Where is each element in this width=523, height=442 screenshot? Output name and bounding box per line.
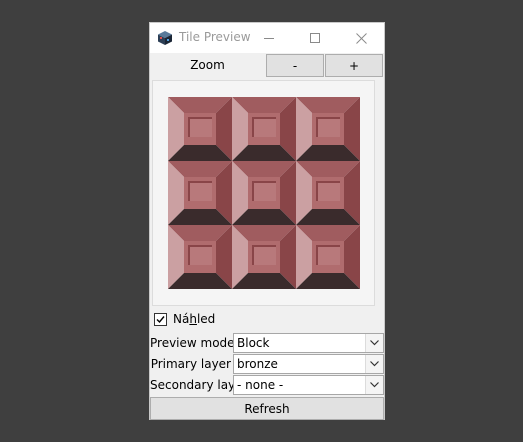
tile-inner-shadow bbox=[252, 245, 276, 247]
primary-layer-select[interactable]: bronze bbox=[233, 354, 384, 374]
tile-preview-window: Tile Preview Zoom - + Náhled Preview mod… bbox=[149, 22, 385, 420]
tile-inner-shadow bbox=[188, 117, 190, 137]
secondary-layer-value: - none - bbox=[237, 378, 284, 392]
zoom-label: Zoom bbox=[190, 58, 225, 72]
tile-inner-panel bbox=[252, 181, 276, 201]
refresh-button[interactable]: Refresh bbox=[150, 397, 384, 420]
nahled-checkbox[interactable] bbox=[154, 313, 167, 326]
tile-inner-shadow bbox=[188, 117, 212, 119]
tile-inner-panel bbox=[316, 117, 340, 137]
tile-inner-panel bbox=[188, 181, 212, 201]
zoom-row: Zoom - + bbox=[150, 53, 384, 77]
secondary-layer-label: Secondary layer bbox=[150, 378, 248, 392]
nahled-label: Náhled bbox=[173, 312, 216, 326]
tile-inner-panel bbox=[316, 181, 340, 201]
tile-preview-canvas bbox=[168, 97, 360, 289]
preview-mode-row: Preview mode Block bbox=[150, 333, 384, 353]
primary-layer-value: bronze bbox=[237, 357, 278, 371]
tile-inner-shadow bbox=[252, 181, 254, 201]
chevron-down-icon[interactable] bbox=[365, 376, 383, 394]
maximize-button[interactable] bbox=[292, 23, 338, 53]
preview-mode-select[interactable]: Block bbox=[233, 333, 384, 353]
primary-layer-label: Primary layer bbox=[150, 357, 231, 371]
checkmark-icon bbox=[156, 316, 165, 324]
secondary-layer-select[interactable]: - none - bbox=[233, 375, 384, 395]
secondary-layer-row: Secondary layer - none - bbox=[150, 375, 384, 395]
title-bar[interactable]: Tile Preview bbox=[150, 23, 384, 53]
tile-inner-shadow bbox=[316, 245, 318, 265]
tile-inner-shadow bbox=[316, 245, 340, 247]
tile-inner-shadow bbox=[188, 181, 190, 201]
zoom-in-button[interactable]: + bbox=[325, 54, 383, 77]
primary-layer-row: Primary layer bronze bbox=[150, 354, 384, 374]
tile-inner-shadow bbox=[316, 117, 318, 137]
maximize-icon bbox=[310, 33, 320, 43]
tile-inner-shadow bbox=[252, 245, 254, 265]
close-button[interactable] bbox=[338, 23, 384, 53]
tile-inner-shadow bbox=[316, 181, 318, 201]
close-icon bbox=[355, 32, 367, 44]
tile-inner-shadow bbox=[252, 181, 276, 183]
tile-inner-shadow bbox=[188, 245, 190, 265]
minimize-button[interactable] bbox=[246, 23, 292, 53]
tile-inner-panel bbox=[252, 117, 276, 137]
tile-inner-shadow bbox=[316, 181, 340, 183]
preview-mode-label: Preview mode bbox=[150, 336, 235, 350]
tile-inner-shadow bbox=[188, 181, 212, 183]
tile-inner-panel bbox=[188, 245, 212, 265]
window-title: Tile Preview bbox=[179, 30, 251, 44]
tile-preview-panel bbox=[152, 80, 375, 306]
tile-inner-panel bbox=[316, 245, 340, 265]
chevron-down-icon[interactable] bbox=[365, 355, 383, 373]
tile-inner-shadow bbox=[252, 117, 254, 137]
zoom-out-button[interactable]: - bbox=[266, 54, 324, 77]
chevron-down-icon[interactable] bbox=[365, 334, 383, 352]
tile-inner-shadow bbox=[316, 117, 340, 119]
tile-inner-panel bbox=[252, 245, 276, 265]
tile-inner-shadow bbox=[252, 117, 276, 119]
minimize-icon bbox=[264, 38, 274, 39]
tile-inner-panel bbox=[188, 117, 212, 137]
tile-inner-shadow bbox=[188, 245, 212, 247]
app-cube-icon bbox=[158, 31, 172, 45]
preview-mode-value: Block bbox=[237, 336, 270, 350]
